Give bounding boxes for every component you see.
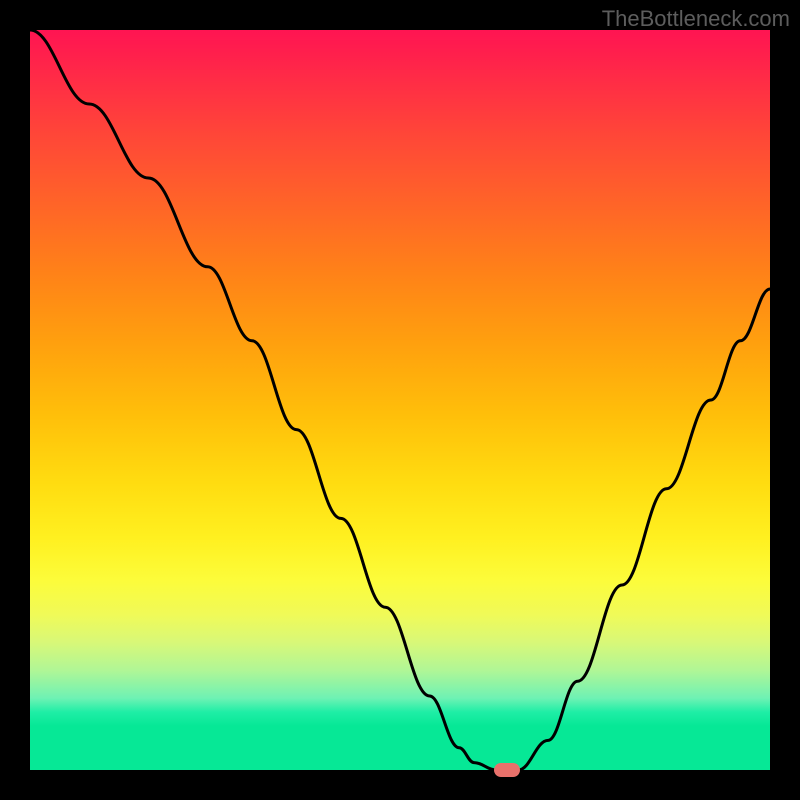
chart-line-path <box>30 30 770 770</box>
chart-min-marker <box>494 763 520 777</box>
chart-plot-area <box>30 30 770 770</box>
chart-line-svg <box>30 30 770 770</box>
watermark-text: TheBottleneck.com <box>602 6 790 32</box>
